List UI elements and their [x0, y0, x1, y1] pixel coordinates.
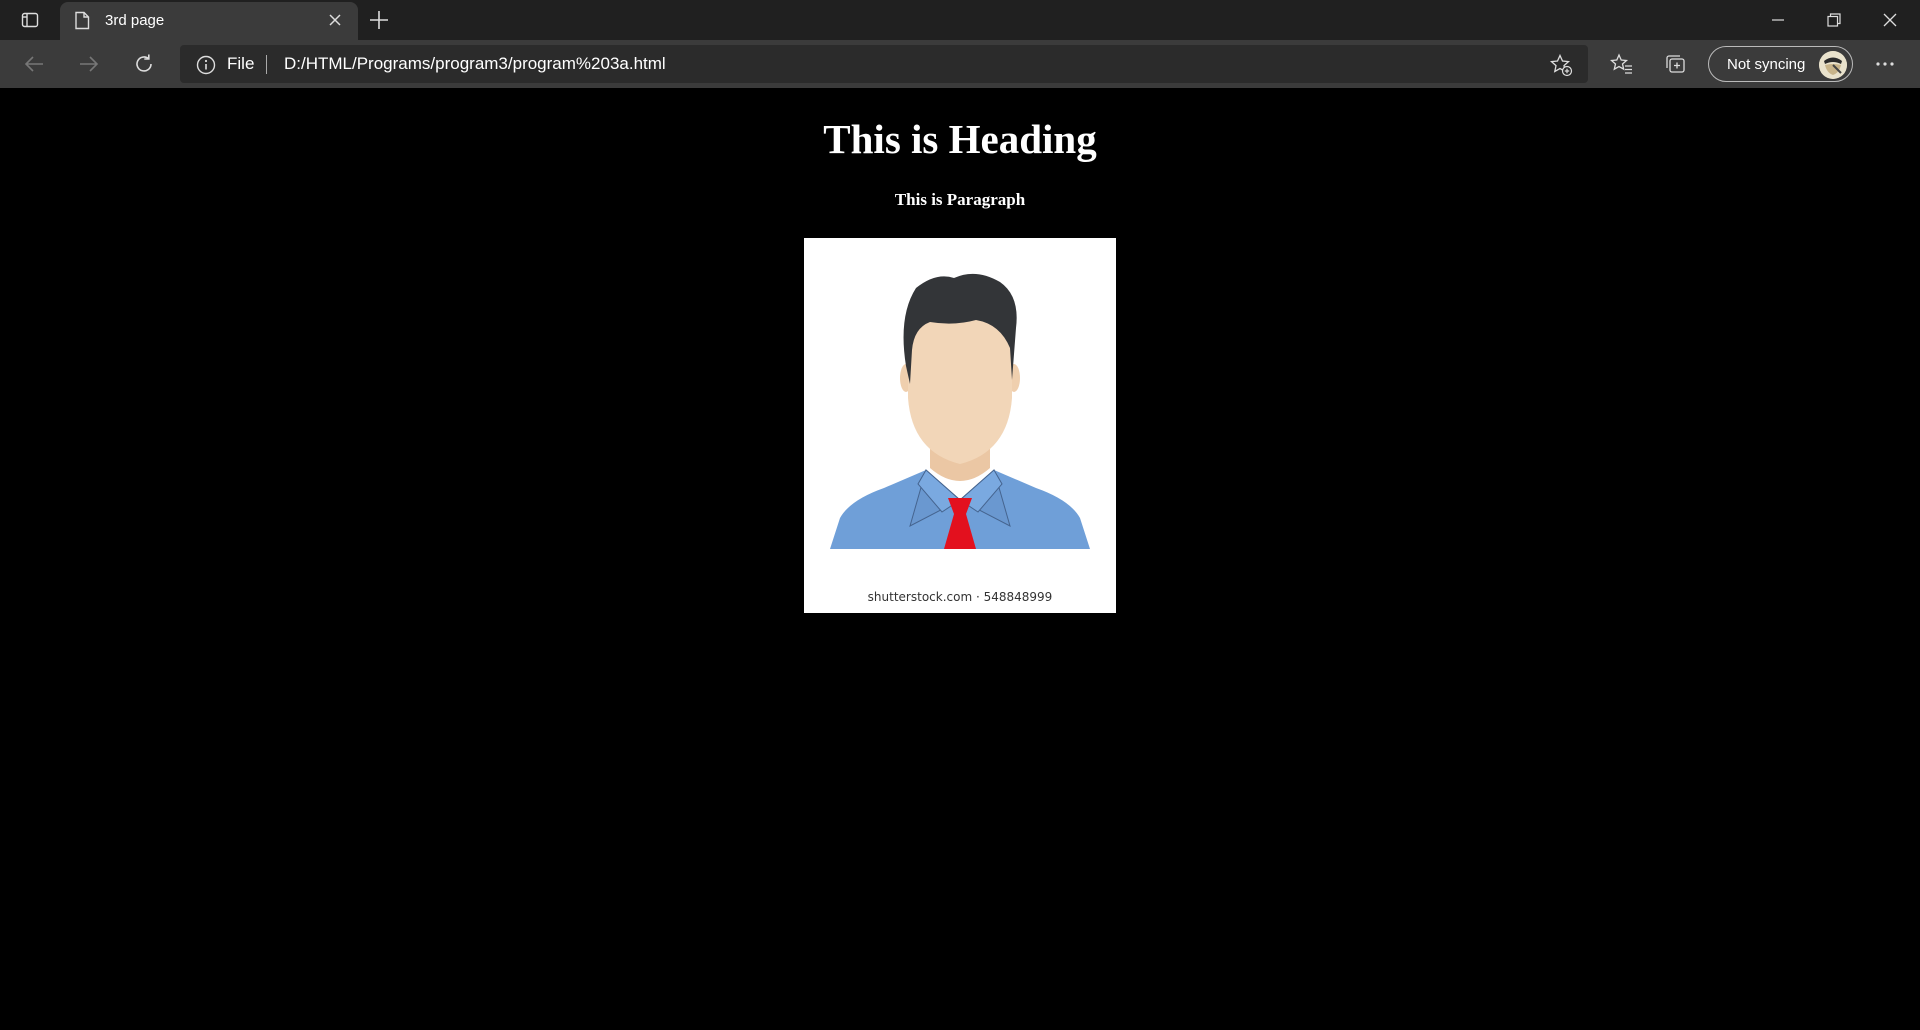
tab-actions-button[interactable] [14, 8, 46, 32]
avatar [1819, 51, 1847, 79]
tab-3rd-page[interactable]: 3rd page [60, 2, 358, 40]
close-window-button[interactable] [1862, 0, 1918, 40]
close-window-icon [1883, 13, 1897, 27]
back-button[interactable] [18, 50, 50, 78]
minimize-icon [1772, 19, 1784, 21]
collections-button[interactable] [1660, 50, 1692, 78]
profile-sync-button[interactable]: Not syncing [1708, 46, 1853, 82]
new-tab-icon[interactable] [368, 9, 390, 31]
favorites-icon [1610, 53, 1632, 74]
image-credit: shutterstock.com · 548848999 [867, 590, 1053, 604]
forward-icon [80, 56, 99, 72]
page-icon [75, 11, 90, 30]
page-heading: This is Heading [823, 116, 1097, 162]
refresh-button[interactable] [128, 50, 160, 78]
sync-status-label: Not syncing [1727, 56, 1806, 73]
restore-icon [1827, 13, 1841, 27]
info-icon[interactable] [196, 55, 216, 75]
more-button[interactable] [1869, 50, 1901, 78]
collections-icon [1666, 55, 1685, 73]
browser-toolbar: File D:/HTML/Programs/program3/program%2… [0, 40, 1920, 88]
back-icon [24, 56, 43, 72]
url-text[interactable]: D:/HTML/Programs/program3/program%203a.h… [284, 54, 666, 74]
page-content: This is Heading This is Paragraph shutte… [0, 88, 1920, 1030]
favorites-button[interactable] [1606, 50, 1638, 78]
url-scheme-label: File [227, 54, 255, 73]
tab-actions-icon [21, 12, 39, 28]
address-separator [266, 55, 267, 74]
person-illustration [830, 273, 1090, 549]
page-paragraph: This is Paragraph [894, 190, 1026, 209]
tab-strip: 3rd page [0, 0, 1920, 40]
more-icon [1876, 62, 1894, 66]
close-tab-icon[interactable] [328, 13, 342, 27]
refresh-icon [136, 54, 152, 72]
minimize-button[interactable] [1750, 0, 1806, 40]
forward-button[interactable] [73, 50, 105, 78]
profile-image: shutterstock.com · 548848999 [804, 238, 1116, 613]
address-bar[interactable]: File D:/HTML/Programs/program3/program%2… [180, 45, 1588, 83]
restore-button[interactable] [1806, 0, 1862, 40]
tab-title: 3rd page [105, 12, 165, 29]
add-favorite-icon[interactable] [1549, 53, 1573, 77]
